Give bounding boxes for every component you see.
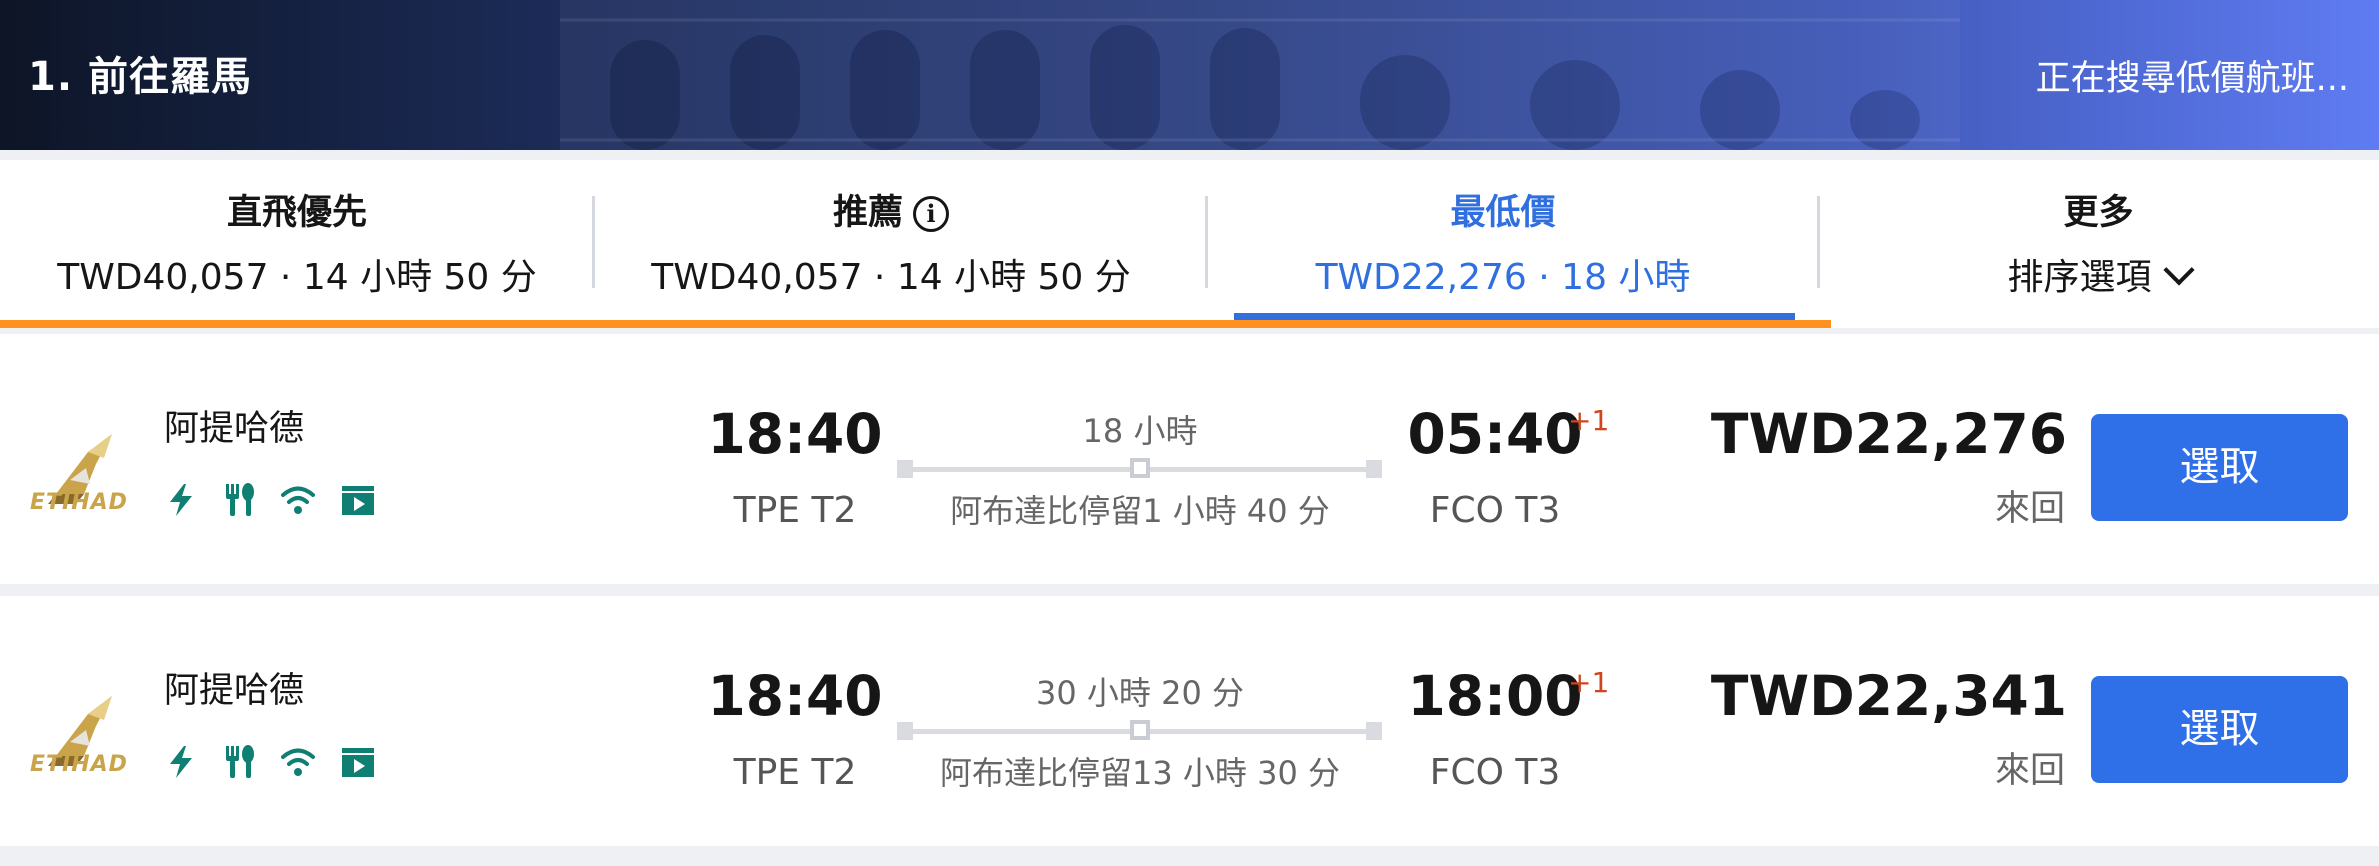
wifi-icon xyxy=(281,486,315,514)
select-button[interactable]: 選取 xyxy=(2091,414,2348,521)
power-icon xyxy=(170,484,192,516)
tab-title: 直飛優先 xyxy=(226,193,367,233)
flight-result-card[interactable]: ETIHAD 阿提哈德 18:40 TPE T2 30 小時 20 分 阿布達比… xyxy=(0,596,2379,846)
airline-logo-text: ETIHAD xyxy=(30,490,128,515)
destination-banner: 1. 前往羅馬 正在搜尋低價航班... xyxy=(0,0,2379,150)
entertainment-icon xyxy=(342,748,374,777)
tab-subtitle: TWD22,276 · 18 小時 xyxy=(1315,257,1691,298)
tab-title: 最低價 xyxy=(1450,193,1556,233)
airline-name: 阿提哈德 xyxy=(164,409,305,449)
stopover-marker xyxy=(1130,458,1150,478)
day-offset: +1 xyxy=(1568,404,1610,437)
trip-type: 來回 xyxy=(1994,489,2065,529)
tab-title: 推薦 xyxy=(832,193,903,233)
stopover-info: 阿布達比停留1 小時 40 分 xyxy=(950,492,1330,530)
page-title: 1. 前往羅馬 xyxy=(28,54,252,100)
tab-subtitle: TWD40,057 · 14 小時 50 分 xyxy=(57,257,537,298)
departure-airport: TPE T2 xyxy=(733,490,857,531)
price: TWD22,276 xyxy=(1710,402,2067,466)
colosseum-background-image xyxy=(560,0,1960,150)
search-status-text: 正在搜尋低價航班... xyxy=(2035,59,2349,99)
departure-airport: TPE T2 xyxy=(733,752,857,793)
meal-icon xyxy=(226,745,254,778)
airline-logo-text: ETIHAD xyxy=(30,752,128,777)
select-button[interactable]: 選取 xyxy=(2091,676,2348,783)
stopover-marker xyxy=(1130,720,1150,740)
route-start-marker xyxy=(897,460,913,478)
route-end-marker xyxy=(1366,460,1382,478)
price: TWD22,341 xyxy=(1710,664,2067,728)
arrival-airport: FCO T3 xyxy=(1429,490,1561,531)
arrival-time: 05:40 xyxy=(1407,402,1583,466)
route-end-marker xyxy=(1366,722,1382,740)
tab-cheapest[interactable]: 最低價 TWD22,276 · 18 小時 xyxy=(1206,160,1800,320)
meal-icon xyxy=(226,483,254,516)
tab-direct-first[interactable]: 直飛優先 TWD40,057 · 14 小時 50 分 xyxy=(0,160,594,320)
route-start-marker xyxy=(897,722,913,740)
flight-duration: 18 小時 xyxy=(1082,412,1198,450)
active-tab-indicator xyxy=(1234,313,1795,320)
airline-name: 阿提哈德 xyxy=(164,671,305,711)
flight-duration: 30 小時 20 分 xyxy=(1036,674,1244,712)
search-progress-bar xyxy=(0,320,1831,328)
day-offset: +1 xyxy=(1568,666,1610,699)
arrival-airport: FCO T3 xyxy=(1429,752,1561,793)
entertainment-icon xyxy=(342,486,374,515)
wifi-icon xyxy=(281,748,315,776)
departure-time: 18:40 xyxy=(707,402,883,466)
info-icon[interactable]: i xyxy=(913,196,949,232)
tab-recommended[interactable]: 推薦 i TWD40,057 · 14 小時 50 分 xyxy=(594,160,1188,320)
sort-tabs: 直飛優先 TWD40,057 · 14 小時 50 分 推薦 i TWD40,05… xyxy=(0,160,2379,328)
tab-more-sort-options[interactable]: 更多 排序選項 xyxy=(1818,160,2379,320)
trip-type: 來回 xyxy=(1994,751,2065,791)
tab-subtitle: 排序選項 xyxy=(2007,257,2152,298)
arrival-time: 18:00 xyxy=(1407,664,1583,728)
chevron-down-icon xyxy=(2162,254,2195,286)
flight-result-card[interactable]: ETIHAD 阿提哈德 18:40 TPE T2 18 小時 阿布達比停留1 小… xyxy=(0,334,2379,584)
tab-title: 更多 xyxy=(2063,193,2134,233)
departure-time: 18:40 xyxy=(707,664,883,728)
stopover-info: 阿布達比停留13 小時 30 分 xyxy=(940,754,1340,792)
tab-subtitle: TWD40,057 · 14 小時 50 分 xyxy=(651,257,1131,298)
power-icon xyxy=(170,746,192,778)
